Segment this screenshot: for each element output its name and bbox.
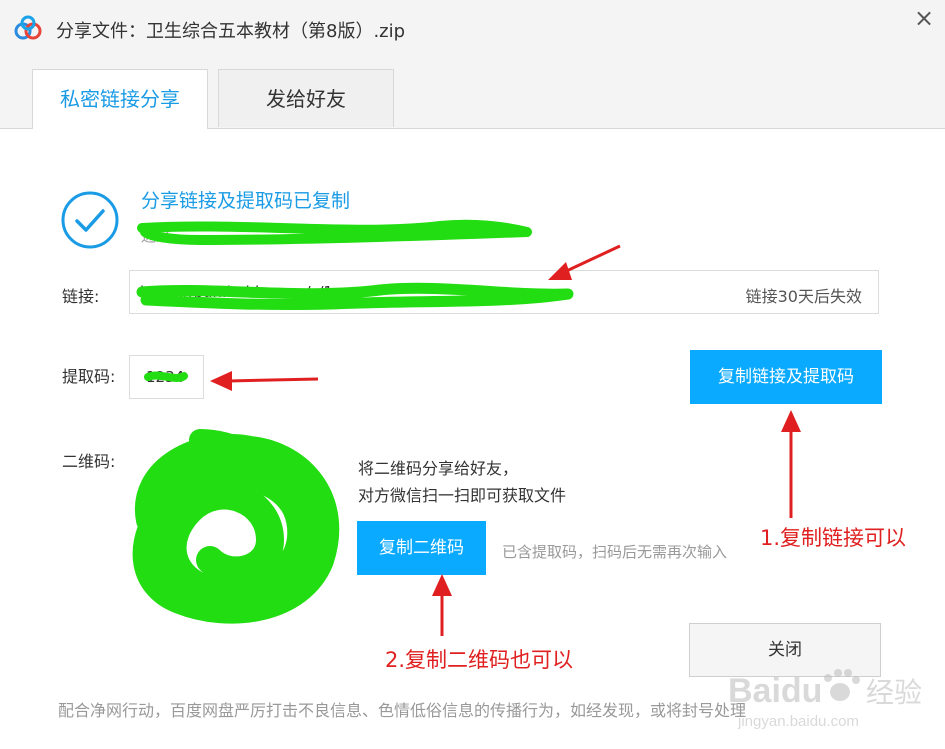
- qr-note: 已含提取码，扫码后无需再次输入: [502, 543, 728, 561]
- link-field[interactable]: https://pan.baidu.com/s/1 链接30天后失效: [129, 270, 879, 314]
- baidu-jingyan-watermark: Baidu 经验 jingyan.baidu.com: [728, 669, 922, 730]
- arrow-to-code: [227, 377, 319, 383]
- annotation-step2: 2.复制二维码也可以: [385, 648, 574, 672]
- link-value: https://pan.baidu.com/s/1: [140, 283, 333, 301]
- paw-icon: [824, 669, 860, 701]
- watermark-brand-cn: 经验: [866, 676, 922, 709]
- tab-private-link-share[interactable]: 私密链接分享: [32, 69, 208, 129]
- check-circle-icon: [61, 191, 119, 249]
- annotation-step1: 1.复制链接可以: [760, 526, 907, 550]
- qr-desc-line2: 对方微信扫一扫即可获取文件: [358, 486, 567, 505]
- qr-code-image: [177, 471, 299, 593]
- baidu-netdisk-logo-icon: [14, 15, 42, 40]
- footer-note: 配合净网行动，百度网盘严厉打击不良信息、色情低俗信息的传播行为，如经发现，或将封…: [58, 701, 747, 720]
- arrow-to-copy-link-head: [781, 410, 801, 432]
- watermark-brand: Baidu: [728, 672, 822, 710]
- qr-description: 将二维码分享给好友， 对方微信扫一扫即可获取文件: [358, 455, 566, 509]
- title-bar: 分享文件：卫生综合五本教材（第8版）.zip ×: [0, 0, 945, 57]
- close-icon[interactable]: ×: [908, 4, 940, 32]
- qr-desc-line1: 将二维码分享给好友，: [358, 459, 519, 478]
- tab-bar: 私密链接分享 发给好友: [0, 56, 945, 129]
- success-subtext: 通过: [141, 227, 172, 245]
- link-label: 链接:: [62, 287, 100, 306]
- tab-send-to-friend[interactable]: 发给好友: [218, 69, 394, 127]
- success-message: 分享链接及提取码已复制: [141, 190, 351, 212]
- copy-qr-code-button[interactable]: 复制二维码: [357, 521, 486, 575]
- qr-code-label: 二维码:: [62, 452, 116, 471]
- copy-link-and-code-button[interactable]: 复制链接及提取码: [690, 350, 882, 404]
- arrow-to-code-head: [210, 371, 232, 391]
- extract-code-field[interactable]: 1234: [129, 355, 204, 399]
- watermark-url: jingyan.baidu.com: [737, 713, 859, 730]
- extract-code-label: 提取码:: [62, 367, 116, 386]
- redaction-success-sub: [137, 219, 532, 245]
- extract-code-value: 1234: [146, 368, 185, 386]
- arrow-to-copy-qr-head: [432, 574, 452, 596]
- link-expire-note: 链接30天后失效: [745, 287, 862, 306]
- window-title: 分享文件：卫生综合五本教材（第8版）.zip: [56, 21, 406, 42]
